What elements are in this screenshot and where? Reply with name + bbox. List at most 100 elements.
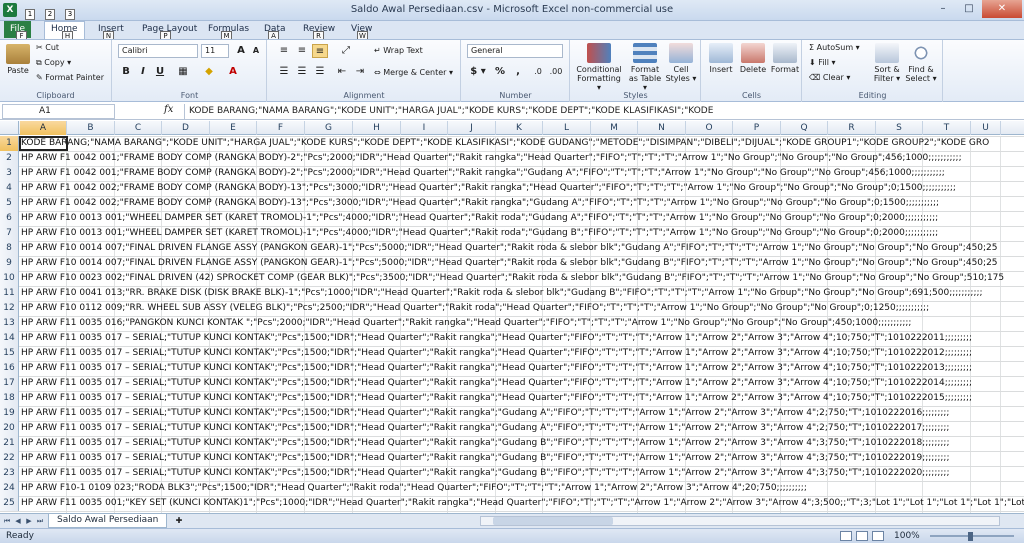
cell-a[interactable]: HP ARW F1 0042 001;"FRAME BODY COMP (RAN… [21, 151, 962, 166]
grow-font-icon[interactable]: A [233, 44, 249, 58]
align-bottom-icon[interactable]: ≡ [312, 44, 328, 58]
column-header-g[interactable]: G [305, 121, 353, 135]
row-header[interactable]: 5 [0, 196, 19, 211]
insert-sheet-icon[interactable]: ✚ [172, 515, 186, 527]
scrollbar-thumb[interactable] [493, 517, 613, 525]
prev-sheet-icon[interactable]: ◀ [13, 516, 23, 526]
font-name-select[interactable]: Calibri [118, 44, 198, 58]
last-sheet-icon[interactable]: ⏭ [35, 516, 45, 526]
find-select-button[interactable]: Find & Select ▾ [905, 43, 937, 83]
cell-a[interactable]: HP ARW F11 0035 017 – SERIAL;"TUTUP KUNC… [21, 436, 949, 451]
row-header[interactable]: 15 [0, 346, 19, 361]
paste-button[interactable]: Paste [4, 44, 32, 75]
wrap-text-button[interactable]: ↵ Wrap Text [374, 46, 423, 55]
column-header-k[interactable]: K [496, 121, 543, 135]
row-header[interactable]: 6 [0, 211, 19, 226]
italic-icon[interactable]: I [135, 65, 151, 79]
increase-indent-icon[interactable]: ⇥ [352, 65, 368, 79]
row-header[interactable]: 16 [0, 361, 19, 376]
cell-a[interactable]: HP ARW F11 0035 017 – SERIAL;"TUTUP KUNC… [21, 346, 972, 361]
column-header-m[interactable]: M [591, 121, 638, 135]
align-top-icon[interactable]: ≡ [276, 44, 292, 58]
cell-styles-button[interactable]: Cell Styles ▾ [665, 43, 697, 83]
fill-button[interactable]: ⬇ Fill ▾ [809, 58, 836, 67]
row-header[interactable]: 19 [0, 406, 19, 421]
row-header[interactable]: 23 [0, 466, 19, 481]
column-header-b[interactable]: B [67, 121, 115, 135]
insert-cells-button[interactable]: Insert [706, 43, 736, 74]
align-middle-icon[interactable]: ≡ [294, 44, 310, 58]
row-header[interactable]: 1 [0, 136, 19, 151]
column-header-a[interactable]: A [20, 121, 67, 135]
maximize-button[interactable]: □ [956, 0, 982, 18]
column-header-t[interactable]: T [923, 121, 971, 135]
row-header[interactable]: 17 [0, 376, 19, 391]
active-cell-a1[interactable] [19, 136, 68, 151]
cell-a[interactable]: HP ARW F1 0042 002;"FRAME BODY COMP (RAN… [21, 196, 939, 211]
copy-button[interactable]: ⧉ Copy ▾ [36, 58, 71, 68]
cell-a[interactable]: HP ARW F11 0035 017 – SERIAL;"TUTUP KUNC… [21, 376, 972, 391]
cell-a[interactable]: HP ARW F11 0035 001;"KEY SET (KUNCI KONT… [21, 496, 1024, 511]
row-header[interactable]: 24 [0, 481, 19, 496]
column-header-i[interactable]: I [401, 121, 448, 135]
cell-a[interactable]: HP ARW F11 0035 017 – SERIAL;"TUTUP KUNC… [21, 421, 949, 436]
insert-function-icon[interactable]: fx [164, 104, 173, 115]
clear-button[interactable]: ⌫ Clear ▾ [809, 73, 850, 82]
row-header[interactable]: 18 [0, 391, 19, 406]
borders-icon[interactable]: ▦ [175, 65, 191, 79]
orientation-icon[interactable]: ⤢ [338, 44, 354, 58]
column-header-n[interactable]: N [638, 121, 686, 135]
decrease-decimal-icon[interactable]: .00 [548, 65, 564, 79]
cell-a[interactable]: HP ARW F11 0035 017 – SERIAL;"TUTUP KUNC… [21, 451, 949, 466]
column-header-d[interactable]: D [162, 121, 210, 135]
cell-a[interactable]: HP ARW F1 0042 002;"FRAME BODY COMP (RAN… [21, 181, 956, 196]
cell-a[interactable]: HP ARW F11 0035 017 – SERIAL;"TUTUP KUNC… [21, 361, 972, 376]
close-button[interactable]: ✕ [982, 0, 1022, 18]
column-header-j[interactable]: J [448, 121, 496, 135]
cell-a[interactable]: HP ARW F10-1 0109 023;"RODA BLK3";"Pcs";… [21, 481, 807, 496]
horizontal-scrollbar[interactable] [480, 516, 1000, 526]
number-format-select[interactable]: General [467, 44, 563, 58]
cell-a[interactable]: HP ARW F10 0013 001;"WHEEL DAMPER SET (K… [21, 211, 938, 226]
comma-button[interactable]: , [510, 65, 526, 79]
conditional-formatting-button[interactable]: Conditional Formatting ▾ [575, 43, 623, 92]
column-header-p[interactable]: P [733, 121, 781, 135]
sheet-tab-active[interactable]: Saldo Awal Persediaan [48, 514, 168, 528]
page-layout-view-icon[interactable] [856, 531, 868, 541]
column-header-c[interactable]: C [115, 121, 162, 135]
shrink-font-icon[interactable]: A [248, 44, 264, 58]
cell-a[interactable]: HP ARW F10 0014 007;"FINAL DRIVEN FLANGE… [21, 256, 998, 271]
column-header-r[interactable]: R [828, 121, 876, 135]
increase-decimal-icon[interactable]: .0 [530, 65, 546, 79]
fill-color-icon[interactable]: ◆ [201, 65, 217, 79]
cut-button[interactable]: ✂ Cut [36, 43, 59, 52]
autosum-button[interactable]: Σ AutoSum ▾ [809, 43, 860, 52]
bold-icon[interactable]: B [118, 65, 134, 79]
font-color-icon[interactable]: A [225, 65, 241, 79]
row-header[interactable]: 12 [0, 301, 19, 316]
cell-a[interactable]: HP ARW F1 0042 001;"FRAME BODY COMP (RAN… [21, 166, 945, 181]
normal-view-icon[interactable] [840, 531, 852, 541]
percent-button[interactable]: % [492, 65, 508, 79]
row-header[interactable]: 3 [0, 166, 19, 181]
row-header[interactable]: 2 [0, 151, 19, 166]
cell-a[interactable]: HP ARW F10 0023 002;"FINAL DRIVEN (42) S… [21, 271, 1004, 286]
zoom-level[interactable]: 100% [894, 531, 920, 541]
page-break-view-icon[interactable] [872, 531, 884, 541]
column-header-h[interactable]: H [353, 121, 401, 135]
row-header[interactable]: 7 [0, 226, 19, 241]
next-sheet-icon[interactable]: ▶ [24, 516, 34, 526]
cell-a[interactable]: HP ARW F10 0112 009;"RR. WHEEL SUB ASSY … [21, 301, 929, 316]
cell-a[interactable]: HP ARW F11 0035 017 – SERIAL;"TUTUP KUNC… [21, 391, 972, 406]
worksheet-grid[interactable]: 1 KODE BARANG;"NAMA BARANG";"KODE UNIT";"… [0, 136, 1024, 513]
column-header-q[interactable]: Q [781, 121, 828, 135]
row-header[interactable]: 25 [0, 496, 19, 511]
row-header[interactable]: 11 [0, 286, 19, 301]
column-header-o[interactable]: O [686, 121, 733, 135]
formula-input[interactable]: KODE BARANG;"NAMA BARANG";"KODE UNIT";"H… [184, 104, 1024, 119]
cell-a[interactable]: HP ARW F11 0035 017 – SERIAL;"TUTUP KUNC… [21, 406, 949, 421]
decrease-indent-icon[interactable]: ⇤ [334, 65, 350, 79]
row-header[interactable]: 9 [0, 256, 19, 271]
delete-cells-button[interactable]: Delete [738, 43, 768, 74]
row-header[interactable]: 13 [0, 316, 19, 331]
